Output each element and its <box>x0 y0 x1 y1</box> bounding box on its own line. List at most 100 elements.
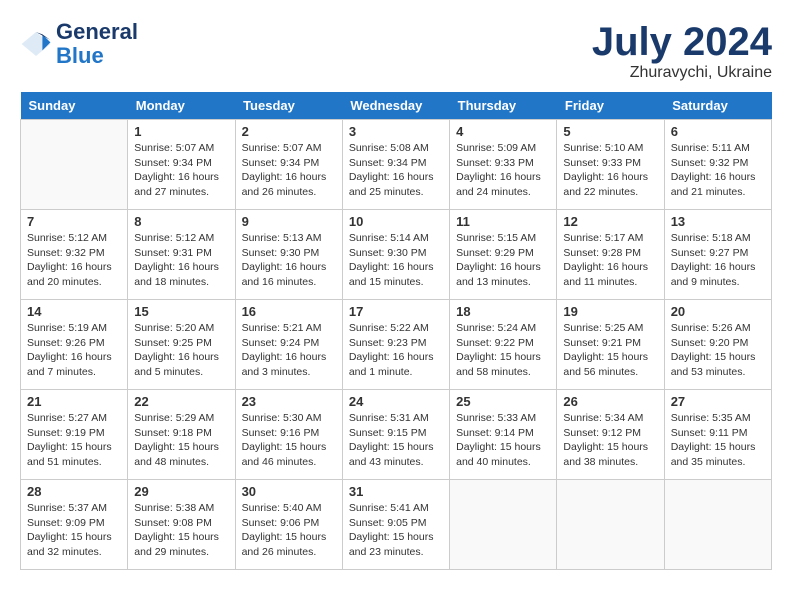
header-row: SundayMondayTuesdayWednesdayThursdayFrid… <box>21 92 772 120</box>
day-info: Sunrise: 5:09 AM Sunset: 9:33 PM Dayligh… <box>456 141 550 200</box>
day-number: 10 <box>349 214 443 229</box>
day-info: Sunrise: 5:21 AM Sunset: 9:24 PM Dayligh… <box>242 321 336 380</box>
week-row-5: 28 Sunrise: 5:37 AM Sunset: 9:09 PM Dayli… <box>21 480 772 570</box>
day-info: Sunrise: 5:41 AM Sunset: 9:05 PM Dayligh… <box>349 501 443 560</box>
day-cell: 17 Sunrise: 5:22 AM Sunset: 9:23 PM Dayli… <box>342 300 449 390</box>
day-number: 18 <box>456 304 550 319</box>
day-info: Sunrise: 5:38 AM Sunset: 9:08 PM Dayligh… <box>134 501 228 560</box>
day-info: Sunrise: 5:25 AM Sunset: 9:21 PM Dayligh… <box>563 321 657 380</box>
day-cell: 16 Sunrise: 5:21 AM Sunset: 9:24 PM Dayli… <box>235 300 342 390</box>
day-info: Sunrise: 5:20 AM Sunset: 9:25 PM Dayligh… <box>134 321 228 380</box>
day-cell: 19 Sunrise: 5:25 AM Sunset: 9:21 PM Dayli… <box>557 300 664 390</box>
day-info: Sunrise: 5:11 AM Sunset: 9:32 PM Dayligh… <box>671 141 765 200</box>
day-number: 30 <box>242 484 336 499</box>
title-block: July 2024 Zhuravychi, Ukraine <box>592 20 772 82</box>
day-number: 12 <box>563 214 657 229</box>
day-number: 23 <box>242 394 336 409</box>
day-info: Sunrise: 5:07 AM Sunset: 9:34 PM Dayligh… <box>134 141 228 200</box>
day-info: Sunrise: 5:31 AM Sunset: 9:15 PM Dayligh… <box>349 411 443 470</box>
header-sunday: Sunday <box>21 92 128 120</box>
day-number: 7 <box>27 214 121 229</box>
day-number: 24 <box>349 394 443 409</box>
day-cell: 21 Sunrise: 5:27 AM Sunset: 9:19 PM Dayli… <box>21 390 128 480</box>
logo-line1: General <box>56 20 138 44</box>
day-number: 14 <box>27 304 121 319</box>
day-cell: 20 Sunrise: 5:26 AM Sunset: 9:20 PM Dayli… <box>664 300 771 390</box>
day-cell: 10Sunrise: 5:14 AM Sunset: 9:30 PM Dayli… <box>342 210 449 300</box>
day-number: 21 <box>27 394 121 409</box>
header-friday: Friday <box>557 92 664 120</box>
day-number: 16 <box>242 304 336 319</box>
header-saturday: Saturday <box>664 92 771 120</box>
day-info: Sunrise: 5:13 AM Sunset: 9:30 PM Dayligh… <box>242 231 336 290</box>
day-info: Sunrise: 5:10 AM Sunset: 9:33 PM Dayligh… <box>563 141 657 200</box>
day-info: Sunrise: 5:07 AM Sunset: 9:34 PM Dayligh… <box>242 141 336 200</box>
day-cell: 15 Sunrise: 5:20 AM Sunset: 9:25 PM Dayli… <box>128 300 235 390</box>
week-row-3: 14 Sunrise: 5:19 AM Sunset: 9:26 PM Dayli… <box>21 300 772 390</box>
day-info: Sunrise: 5:37 AM Sunset: 9:09 PM Dayligh… <box>27 501 121 560</box>
day-cell: 14 Sunrise: 5:19 AM Sunset: 9:26 PM Dayli… <box>21 300 128 390</box>
day-number: 26 <box>563 394 657 409</box>
day-number: 20 <box>671 304 765 319</box>
day-cell: 30 Sunrise: 5:40 AM Sunset: 9:06 PM Dayli… <box>235 480 342 570</box>
day-cell: 13Sunrise: 5:18 AM Sunset: 9:27 PM Dayli… <box>664 210 771 300</box>
day-number: 5 <box>563 124 657 139</box>
header-thursday: Thursday <box>450 92 557 120</box>
day-info: Sunrise: 5:19 AM Sunset: 9:26 PM Dayligh… <box>27 321 121 380</box>
day-number: 17 <box>349 304 443 319</box>
day-info: Sunrise: 5:26 AM Sunset: 9:20 PM Dayligh… <box>671 321 765 380</box>
day-cell: 26 Sunrise: 5:34 AM Sunset: 9:12 PM Dayli… <box>557 390 664 480</box>
logo-icon <box>20 28 52 60</box>
day-info: Sunrise: 5:18 AM Sunset: 9:27 PM Dayligh… <box>671 231 765 290</box>
day-cell <box>450 480 557 570</box>
day-cell: 23 Sunrise: 5:30 AM Sunset: 9:16 PM Dayli… <box>235 390 342 480</box>
day-cell: 25 Sunrise: 5:33 AM Sunset: 9:14 PM Dayli… <box>450 390 557 480</box>
day-info: Sunrise: 5:33 AM Sunset: 9:14 PM Dayligh… <box>456 411 550 470</box>
day-cell: 6 Sunrise: 5:11 AM Sunset: 9:32 PM Daylig… <box>664 120 771 210</box>
day-number: 19 <box>563 304 657 319</box>
calendar-table: SundayMondayTuesdayWednesdayThursdayFrid… <box>20 92 772 570</box>
day-cell <box>21 120 128 210</box>
day-info: Sunrise: 5:40 AM Sunset: 9:06 PM Dayligh… <box>242 501 336 560</box>
day-number: 15 <box>134 304 228 319</box>
day-info: Sunrise: 5:17 AM Sunset: 9:28 PM Dayligh… <box>563 231 657 290</box>
day-info: Sunrise: 5:29 AM Sunset: 9:18 PM Dayligh… <box>134 411 228 470</box>
header-wednesday: Wednesday <box>342 92 449 120</box>
day-number: 22 <box>134 394 228 409</box>
logo-text: General Blue <box>56 20 138 68</box>
day-number: 11 <box>456 214 550 229</box>
day-number: 1 <box>134 124 228 139</box>
day-number: 6 <box>671 124 765 139</box>
day-info: Sunrise: 5:15 AM Sunset: 9:29 PM Dayligh… <box>456 231 550 290</box>
calendar-header: SundayMondayTuesdayWednesdayThursdayFrid… <box>21 92 772 120</box>
day-cell: 18 Sunrise: 5:24 AM Sunset: 9:22 PM Dayli… <box>450 300 557 390</box>
week-row-2: 7 Sunrise: 5:12 AM Sunset: 9:32 PM Daylig… <box>21 210 772 300</box>
header-monday: Monday <box>128 92 235 120</box>
logo-line2: Blue <box>56 43 104 68</box>
day-cell: 31 Sunrise: 5:41 AM Sunset: 9:05 PM Dayli… <box>342 480 449 570</box>
day-number: 27 <box>671 394 765 409</box>
day-number: 31 <box>349 484 443 499</box>
day-number: 28 <box>27 484 121 499</box>
week-row-1: 1 Sunrise: 5:07 AM Sunset: 9:34 PM Daylig… <box>21 120 772 210</box>
day-number: 3 <box>349 124 443 139</box>
day-info: Sunrise: 5:34 AM Sunset: 9:12 PM Dayligh… <box>563 411 657 470</box>
day-info: Sunrise: 5:12 AM Sunset: 9:32 PM Dayligh… <box>27 231 121 290</box>
day-info: Sunrise: 5:27 AM Sunset: 9:19 PM Dayligh… <box>27 411 121 470</box>
day-cell: 22 Sunrise: 5:29 AM Sunset: 9:18 PM Dayli… <box>128 390 235 480</box>
day-cell: 7 Sunrise: 5:12 AM Sunset: 9:32 PM Daylig… <box>21 210 128 300</box>
day-number: 9 <box>242 214 336 229</box>
logo: General Blue <box>20 20 138 68</box>
day-cell: 11 Sunrise: 5:15 AM Sunset: 9:29 PM Dayli… <box>450 210 557 300</box>
day-cell: 28 Sunrise: 5:37 AM Sunset: 9:09 PM Dayli… <box>21 480 128 570</box>
day-cell <box>664 480 771 570</box>
day-number: 25 <box>456 394 550 409</box>
day-cell: 1 Sunrise: 5:07 AM Sunset: 9:34 PM Daylig… <box>128 120 235 210</box>
day-info: Sunrise: 5:24 AM Sunset: 9:22 PM Dayligh… <box>456 321 550 380</box>
day-info: Sunrise: 5:22 AM Sunset: 9:23 PM Dayligh… <box>349 321 443 380</box>
day-number: 4 <box>456 124 550 139</box>
location: Zhuravychi, Ukraine <box>592 64 772 82</box>
day-info: Sunrise: 5:30 AM Sunset: 9:16 PM Dayligh… <box>242 411 336 470</box>
day-number: 2 <box>242 124 336 139</box>
day-info: Sunrise: 5:08 AM Sunset: 9:34 PM Dayligh… <box>349 141 443 200</box>
